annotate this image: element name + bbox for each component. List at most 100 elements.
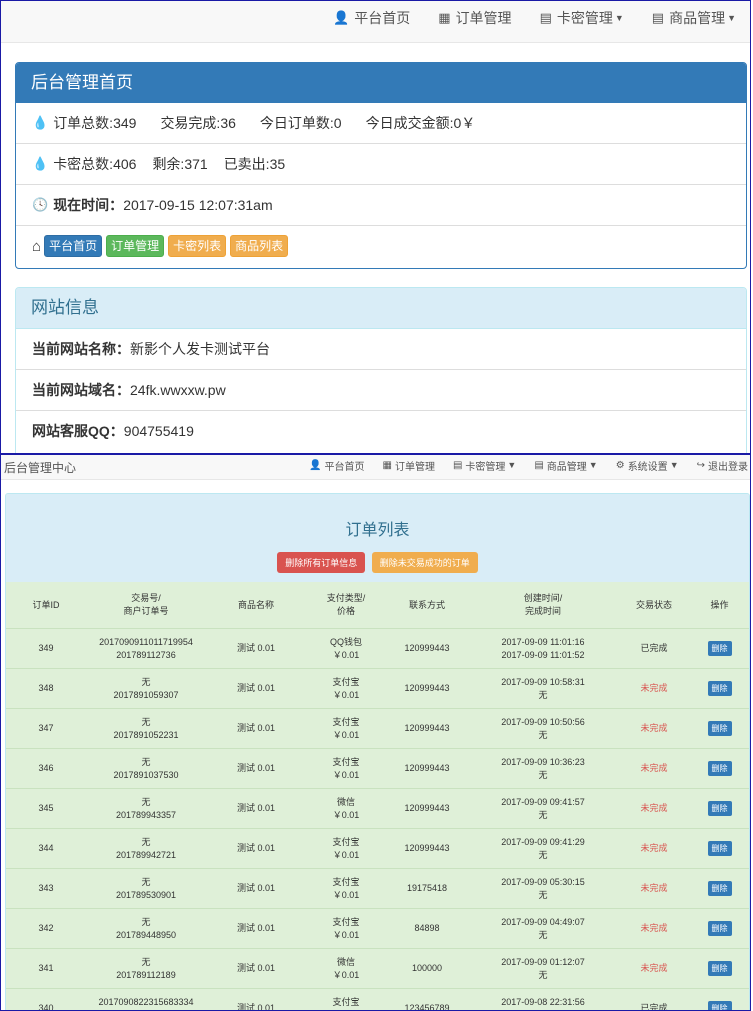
trade-number: 无 <box>141 676 151 687</box>
status-badge: 未完成 <box>640 923 668 933</box>
delete-button[interactable]: 删除 <box>707 961 732 976</box>
status: 未完成 <box>618 748 690 789</box>
nav-orders[interactable]: ▦ 订单管理 <box>383 458 435 473</box>
delete-button[interactable]: 删除 <box>707 1001 732 1010</box>
order-list-header: 订单列表 删除所有订单信息 删除未交易成功的订单 <box>6 494 749 582</box>
delete-button[interactable]: 删除 <box>707 761 732 776</box>
payment: 支付宝 ￥0.01 <box>306 908 386 949</box>
merchant-number: 201789530901 <box>115 889 177 900</box>
table-row: 345 无 201789943357 测试 0.01 微信 ￥0.01 120999443 2… <box>6 788 749 829</box>
actions: 删除 <box>690 628 749 669</box>
card-remaining: 剩余:371 <box>152 156 208 172</box>
price: ￥0.01 <box>332 889 360 900</box>
order-id: 341 <box>6 948 86 989</box>
column-header: 支付类型/ 价格 <box>326 593 366 616</box>
nav-settings[interactable]: ⚙ 系统设置 ▼ <box>616 458 679 473</box>
created-time: 2017-09-09 05:30:15 <box>501 876 585 887</box>
panel-title: 网站信息 <box>16 288 746 329</box>
user-icon: 👤 <box>333 10 350 25</box>
times: 2017-09-09 09:41:57 无 <box>468 788 618 829</box>
product-name: 测试 0.01 <box>206 788 306 829</box>
order-list-screenshot: 后台管理中心 👤 平台首页 ▦ 订单管理 ▤ 卡密管理 ▼ ▤ 商品管理 ▼ ⚙ 系统设置 ▼ … <box>0 453 751 1011</box>
admin-navbar: 后台管理中心 👤 平台首页 ▦ 订单管理 ▤ 卡密管理 ▼ ▤ 商品管理 ▼ ⚙ 系统设置 ▼ … <box>1 455 750 480</box>
times: 2017-09-09 09:41:29 无 <box>468 828 618 869</box>
created-time: 2017-09-09 09:41:29 <box>501 836 585 847</box>
time-value: 2017-09-15 12:07:31am <box>123 197 273 213</box>
table-row: 348 无 2017891059307 测试 0.01 支付宝 ￥0.01 12099944… <box>6 668 749 709</box>
nav-orders-label: 订单管理 <box>455 10 512 26</box>
nav-cards-label: 卡密管理 <box>465 461 506 473</box>
delete-button[interactable]: 删除 <box>707 921 732 936</box>
order-id: 349 <box>6 628 86 669</box>
delete-button[interactable]: 删除 <box>707 721 732 736</box>
finished-time: 无 <box>538 809 548 820</box>
nav-logout[interactable]: ↪ 退出登录 <box>697 458 748 473</box>
column-header: 交易号/ 商户订单号 <box>123 593 169 616</box>
delete-button[interactable]: 删除 <box>707 801 732 816</box>
price: ￥0.01 <box>332 689 360 700</box>
logout-icon: ↪ <box>696 459 705 471</box>
delete-button[interactable]: 删除 <box>707 681 732 696</box>
created-time: 2017-09-09 10:58:31 <box>501 676 585 687</box>
nav-cards[interactable]: ▤ 卡密管理 ▼ <box>540 8 624 28</box>
nav-orders[interactable]: ▦ 订单管理 <box>438 8 511 28</box>
delete-button[interactable]: 删除 <box>707 841 732 856</box>
nav-home[interactable]: 👤 平台首页 <box>333 8 410 28</box>
status: 未完成 <box>618 908 690 949</box>
contact: 120999443 <box>386 828 468 869</box>
quick-home-button[interactable]: 平台首页 <box>44 235 103 257</box>
merchant-number: 2017891052231 <box>113 729 179 740</box>
merchant-number: 2017891059307 <box>113 689 179 700</box>
delete-all-orders-button[interactable]: 删除所有订单信息 <box>277 552 366 573</box>
trade-number: 无 <box>141 916 151 927</box>
card-sold: 已卖出:35 <box>223 156 286 172</box>
trade-no: 无 2017891052231 <box>86 708 206 749</box>
calendar-icon: ▦ <box>382 459 392 471</box>
delete-button[interactable]: 删除 <box>707 881 732 896</box>
payment: 支付宝 ￥0.01 <box>306 868 386 909</box>
product-name: 测试 0.01 <box>206 948 306 989</box>
delete-button[interactable]: 删除 <box>707 641 732 656</box>
table-row: 344 无 201789942721 测试 0.01 支付宝 ￥0.01 120999443… <box>6 828 749 869</box>
chevron-down-icon: ▼ <box>507 460 517 470</box>
product-name: 测试 0.01 <box>206 628 306 669</box>
trade-no: 20170908223156833342017882228396 <box>86 988 206 1010</box>
trade-number: 无 <box>141 836 151 847</box>
nav-settings-label: 系统设置 <box>627 461 668 473</box>
quick-products-button[interactable]: 商品列表 <box>230 235 289 257</box>
nav-home[interactable]: 👤 平台首页 <box>309 458 364 473</box>
finished-time: 无 <box>538 929 548 940</box>
site-qq-label: 网站客服QQ： <box>32 423 124 439</box>
contact: 120999443 <box>386 708 468 749</box>
pay-type: QQ钱包 <box>329 636 362 647</box>
nav-products[interactable]: ▤ 商品管理 ▼ <box>652 8 736 28</box>
trade-no: 2017090911011719954 201789112736 <box>86 628 206 669</box>
price: ￥0.01 <box>332 849 360 860</box>
order-list-panel: 订单列表 删除所有订单信息 删除未交易成功的订单 订单ID 交易号/ 商户订单号 商… <box>5 493 750 1010</box>
order-id: 347 <box>6 708 86 749</box>
merchant-number: 201789112736 <box>116 649 176 660</box>
time-label: 现在时间： <box>53 197 124 213</box>
today-amount: 今日成交金额:0￥ <box>365 115 476 131</box>
trade-number: 2017090911011719954 <box>99 636 193 647</box>
nav-home-label: 平台首页 <box>354 10 411 26</box>
home-icon: ⌂ <box>32 237 42 255</box>
quick-cards-button[interactable]: 卡密列表 <box>168 235 227 257</box>
trade-no: 无 201789530901 <box>86 868 206 909</box>
delete-failed-orders-button[interactable]: 删除未交易成功的订单 <box>371 552 478 573</box>
nav-products[interactable]: ▤ 商品管理 ▼ <box>534 458 597 473</box>
chevron-down-icon: ▼ <box>614 13 624 23</box>
quick-orders-button[interactable]: 订单管理 <box>106 235 165 257</box>
finished-time: 无 <box>538 889 548 900</box>
order-id: 340 <box>6 988 86 1010</box>
actions: 删除 <box>690 708 749 749</box>
nav-cards[interactable]: ▤ 卡密管理 ▼ <box>453 458 516 473</box>
time-row: 🕓 现在时间： 2017-09-15 12:07:31am <box>16 184 746 225</box>
trade-no: 无 2017891037530 <box>86 748 206 789</box>
column-header: 交易状态 <box>635 599 672 610</box>
status: 未完成 <box>618 828 690 869</box>
status-badge: 未完成 <box>640 843 668 853</box>
status: 未完成 <box>618 948 690 989</box>
brand[interactable]: 后台管理中心 <box>4 459 76 476</box>
actions: 删除 <box>690 828 749 869</box>
